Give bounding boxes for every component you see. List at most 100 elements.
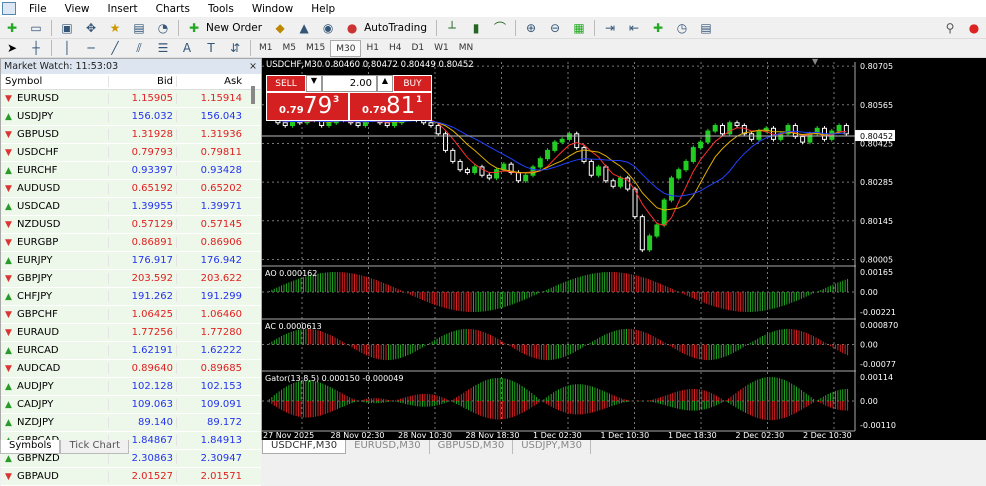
signals-icon[interactable]: ◉ <box>319 20 337 36</box>
bar-chart-icon[interactable]: ┴ <box>443 20 461 36</box>
market-icon[interactable]: ▲ <box>295 20 313 36</box>
symbol-row[interactable]: ▲ EURJPY 176.917 176.942 <box>1 252 261 270</box>
sell-button[interactable]: 0.79 79 3 <box>266 92 349 121</box>
ask-price: 1.31936 <box>176 129 245 140</box>
timeframe-m5[interactable]: M5 <box>278 40 302 57</box>
lot-decrease-icon[interactable]: ▼ <box>306 75 322 92</box>
symbol-row[interactable]: ▲ CHFJPY 191.262 191.299 <box>1 288 261 306</box>
lot-increase-icon[interactable]: ▲ <box>377 75 393 92</box>
candlestick-icon[interactable]: ▮ <box>467 20 485 36</box>
symbol-row[interactable]: ▼ EURUSD 1.15905 1.15914 <box>1 90 261 108</box>
metaeditor-icon[interactable]: ◆ <box>271 20 289 36</box>
chart-tab[interactable]: EURUSD,M30 <box>346 440 430 454</box>
new-order-button[interactable]: New Order <box>206 22 262 34</box>
fibonacci-icon[interactable]: ☰ <box>154 40 172 56</box>
symbol-row[interactable]: ▼ USDCHF 0.79793 0.79811 <box>1 144 261 162</box>
indicators-icon[interactable]: ✚ <box>649 20 667 36</box>
symbol-row[interactable]: ▲ EURCHF 0.93397 0.93428 <box>1 162 261 180</box>
chart-shift-icon[interactable]: ⇤ <box>625 20 643 36</box>
scrollbar[interactable] <box>251 86 255 104</box>
new-chart-icon[interactable]: ✚ <box>3 20 21 36</box>
bid-price: 1.31928 <box>108 129 176 140</box>
sell-label[interactable]: SELL <box>266 75 306 92</box>
line-chart-icon[interactable]: ⌒ <box>491 20 509 36</box>
symbol-row[interactable]: ▼ AUDCAD 0.89640 0.89685 <box>1 360 261 378</box>
close-icon[interactable]: × <box>249 61 261 72</box>
timeframe-h4[interactable]: H4 <box>384 40 407 57</box>
strategy-tester-icon[interactable]: ◔ <box>154 20 172 36</box>
symbol-row[interactable]: ▼ EURAUD 1.77256 1.77280 <box>1 324 261 342</box>
tab-symbols[interactable]: Symbols <box>0 440 61 454</box>
menu-charts[interactable]: Charts <box>147 3 199 15</box>
col-symbol[interactable]: Symbol <box>1 76 108 87</box>
profiles-icon[interactable]: ▭ <box>27 20 45 36</box>
symbol-row[interactable]: ▲ CADJPY 109.063 109.091 <box>1 396 261 414</box>
vertical-line-icon[interactable]: │ <box>58 40 76 56</box>
timeframe-m15[interactable]: M15 <box>301 40 330 57</box>
symbol-row[interactable]: ▼ GBPUSD 1.31928 1.31936 <box>1 126 261 144</box>
bid-price: 109.063 <box>108 399 176 410</box>
timeframe-m30[interactable]: M30 <box>330 39 362 57</box>
time-label: 27 Nov 2025 <box>263 431 314 440</box>
timeframe-bar: M1 M5 M15 M30 H1 H4 D1 W1 MN <box>254 39 479 57</box>
text-label-icon[interactable]: T <box>202 40 220 56</box>
cursor-icon[interactable]: ➤ <box>3 40 21 56</box>
horizontal-line-icon[interactable]: ─ <box>82 40 100 56</box>
menu-help[interactable]: Help <box>302 3 344 15</box>
symbol-row[interactable]: ▲ USDJPY 156.032 156.043 <box>1 108 261 126</box>
buy-button[interactable]: 0.79 81 1 <box>349 92 432 121</box>
col-bid[interactable]: Bid <box>108 76 176 87</box>
zoom-out-icon[interactable]: ⊖ <box>546 20 564 36</box>
zoom-in-icon[interactable]: ⊕ <box>522 20 540 36</box>
tile-windows-icon[interactable]: ▦ <box>570 20 588 36</box>
crosshair-icon[interactable]: ┼ <box>27 40 45 56</box>
timeframe-w1[interactable]: W1 <box>429 40 454 57</box>
bid-price: 0.93397 <box>108 165 176 176</box>
symbol-row[interactable]: ▲ USDCAD 1.39955 1.39971 <box>1 198 261 216</box>
chart-tab[interactable]: GBPUSD,M30 <box>430 440 514 454</box>
text-icon[interactable]: A <box>178 40 196 56</box>
navigator-icon[interactable]: ★ <box>106 20 124 36</box>
data-window-icon[interactable]: ✥ <box>82 20 100 36</box>
symbol-row[interactable]: ▼ GBPJPY 203.592 203.622 <box>1 270 261 288</box>
timeframe-mn[interactable]: MN <box>454 40 479 57</box>
new-order-icon[interactable]: ✚ <box>185 20 203 36</box>
periods-icon[interactable]: ◷ <box>673 20 691 36</box>
lot-size-input[interactable]: 2.00 <box>322 75 377 92</box>
autoscroll-icon[interactable]: ⇥ <box>601 20 619 36</box>
autotrading-button[interactable]: AutoTrading <box>364 22 427 34</box>
chart-tab[interactable]: USDCHF,M30 <box>262 440 347 454</box>
menu-view[interactable]: View <box>56 3 99 15</box>
search-icon[interactable]: ⚲ <box>941 20 959 36</box>
templates-icon[interactable]: ▤ <box>697 20 715 36</box>
menu-window[interactable]: Window <box>243 3 302 15</box>
tab-tick-chart[interactable]: Tick Chart <box>60 440 129 454</box>
terminal-icon[interactable]: ▤ <box>130 20 148 36</box>
notifications-icon[interactable]: ● <box>965 20 983 36</box>
timeframe-m1[interactable]: M1 <box>254 40 278 57</box>
autotrading-icon[interactable]: ● <box>343 20 361 36</box>
timeframe-d1[interactable]: D1 <box>406 40 429 57</box>
equidistant-channel-icon[interactable]: ⫽ <box>130 40 148 56</box>
symbol-row[interactable]: ▼ GBPCHF 1.06425 1.06460 <box>1 306 261 324</box>
symbol-row[interactable]: ▼ EURGBP 0.86891 0.86906 <box>1 234 261 252</box>
market-watch-icon[interactable]: ▣ <box>58 20 76 36</box>
timeframe-h1[interactable]: H1 <box>361 40 384 57</box>
col-ask[interactable]: Ask <box>176 76 245 87</box>
symbol-row[interactable]: ▲ EURCAD 1.62191 1.62222 <box>1 342 261 360</box>
menu-file[interactable]: File <box>20 3 56 15</box>
arrows-icon[interactable]: ⇵ <box>226 40 244 56</box>
symbol-row[interactable]: ▼ GBPAUD 2.01527 2.01571 <box>1 468 261 486</box>
buy-label[interactable]: BUY <box>393 75 432 92</box>
symbol-row[interactable]: ▼ AUDUSD 0.65192 0.65202 <box>1 180 261 198</box>
trendline-icon[interactable]: ╱ <box>106 40 124 56</box>
symbol-row[interactable]: ▼ NZDUSD 0.57129 0.57145 <box>1 216 261 234</box>
candle <box>756 130 762 140</box>
symbol-row[interactable]: ▲ AUDJPY 102.128 102.153 <box>1 378 261 396</box>
menu-tools[interactable]: Tools <box>199 3 243 15</box>
chart-tab[interactable]: USDJPY,M30 <box>513 440 591 454</box>
symbol-row[interactable]: ▲ NZDJPY 89.140 89.172 <box>1 414 261 432</box>
market-watch-panel: Market Watch: 11:53:03 × Symbol Bid Ask ▼… <box>0 58 262 486</box>
ao-label: AO 0.000162 <box>265 269 317 278</box>
menu-insert[interactable]: Insert <box>99 3 147 15</box>
